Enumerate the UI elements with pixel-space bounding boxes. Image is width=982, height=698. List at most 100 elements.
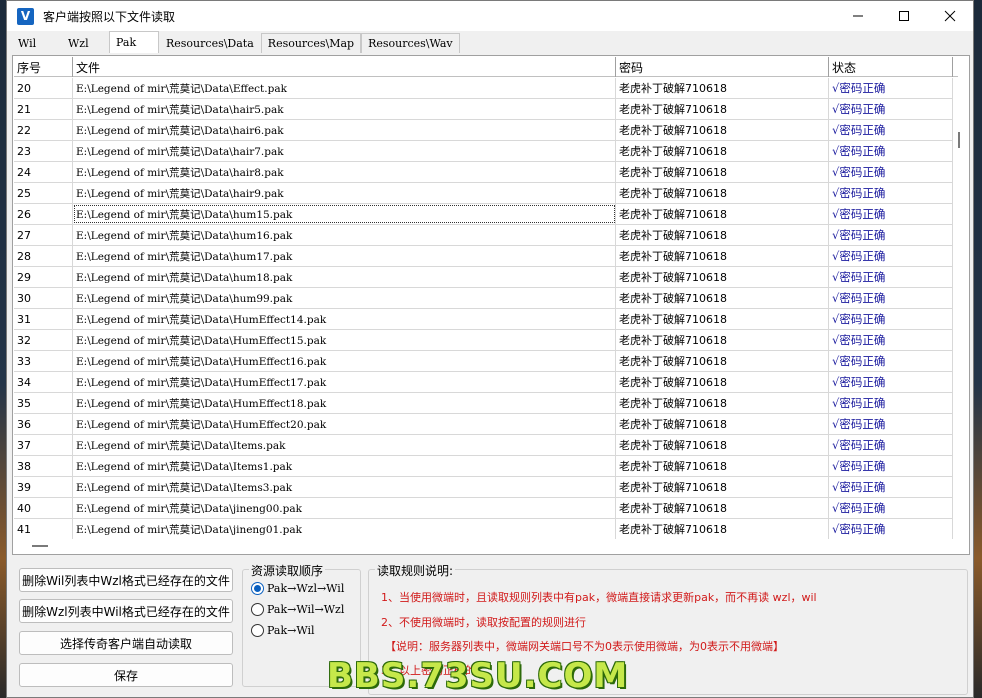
- cell-index[interactable]: 40: [14, 498, 73, 518]
- horizontal-scrollbar[interactable]: [14, 539, 958, 553]
- select-client-button[interactable]: 选择传奇客户端自动读取: [19, 631, 233, 655]
- table-row[interactable]: 33 E:\Legend of mir\荒莫记\Data\HumEffect16.…: [14, 351, 958, 372]
- vertical-scrollbar[interactable]: [953, 78, 967, 540]
- table-row[interactable]: 24 E:\Legend of mir\荒莫记\Data\hair8.pak 老虎补…: [14, 162, 958, 183]
- tab-resources-wav[interactable]: Resources\Wav: [361, 33, 460, 53]
- table-row[interactable]: 32 E:\Legend of mir\荒莫记\Data\HumEffect15.…: [14, 330, 958, 351]
- cell-file-path[interactable]: E:\Legend of mir\荒莫记\Data\hair6.pak: [73, 120, 616, 140]
- table-row[interactable]: 20 E:\Legend of mir\荒莫记\Data\Effect.pak 老虎…: [14, 78, 958, 99]
- horizontal-scroll-thumb[interactable]: [32, 545, 48, 547]
- cell-password[interactable]: 老虎补丁破解710618: [616, 141, 829, 161]
- cell-index[interactable]: 21: [14, 99, 73, 119]
- cell-password[interactable]: 老虎补丁破解710618: [616, 456, 829, 476]
- cell-password[interactable]: 老虎补丁破解710618: [616, 78, 829, 98]
- close-button[interactable]: [927, 1, 973, 31]
- table-row[interactable]: 22 E:\Legend of mir\荒莫记\Data\hair6.pak 老虎补…: [14, 120, 958, 141]
- tab-wil[interactable]: Wil: [11, 33, 61, 53]
- file-grid[interactable]: 序号 文件 密码 状态 20 E:\Legend of mir\荒莫记\Data\…: [12, 55, 970, 555]
- table-row[interactable]: 37 E:\Legend of mir\荒莫记\Data\Items.pak 老虎补…: [14, 435, 958, 456]
- cell-index[interactable]: 23: [14, 141, 73, 161]
- cell-file-path[interactable]: E:\Legend of mir\荒莫记\Data\HumEffect14.pa…: [73, 309, 616, 329]
- cell-status[interactable]: √密码正确: [829, 225, 953, 245]
- cell-file-path[interactable]: E:\Legend of mir\荒莫记\Data\HumEffect20.pa…: [73, 414, 616, 434]
- cell-password[interactable]: 老虎补丁破解710618: [616, 435, 829, 455]
- cell-index[interactable]: 27: [14, 225, 73, 245]
- cell-password[interactable]: 老虎补丁破解710618: [616, 267, 829, 287]
- vertical-scroll-thumb[interactable]: [958, 132, 960, 148]
- cell-password[interactable]: 老虎补丁破解710618: [616, 372, 829, 392]
- cell-file-path[interactable]: E:\Legend of mir\荒莫记\Data\Items1.pak: [73, 456, 616, 476]
- cell-file-path[interactable]: E:\Legend of mir\荒莫记\Data\hum17.pak: [73, 246, 616, 266]
- table-row[interactable]: 25 E:\Legend of mir\荒莫记\Data\hair9.pak 老虎补…: [14, 183, 958, 204]
- table-row[interactable]: 27 E:\Legend of mir\荒莫记\Data\hum16.pak 老虎补…: [14, 225, 958, 246]
- cell-index[interactable]: 30: [14, 288, 73, 308]
- cell-password[interactable]: 老虎补丁破解710618: [616, 309, 829, 329]
- table-row[interactable]: 40 E:\Legend of mir\荒莫记\Data\jineng00.pak…: [14, 498, 958, 519]
- cell-password[interactable]: 老虎补丁破解710618: [616, 393, 829, 413]
- radio-option-pak-wil[interactable]: Pak→Wil: [251, 624, 315, 637]
- cell-index[interactable]: 31: [14, 309, 73, 329]
- cell-file-path[interactable]: E:\Legend of mir\荒莫记\Data\HumEffect18.pa…: [73, 393, 616, 413]
- cell-index[interactable]: 28: [14, 246, 73, 266]
- radio-button[interactable]: [251, 624, 264, 637]
- cell-file-path[interactable]: E:\Legend of mir\荒莫记\Data\Items.pak: [73, 435, 616, 455]
- cell-file-path[interactable]: E:\Legend of mir\荒莫记\Data\hair9.pak: [73, 183, 616, 203]
- table-row[interactable]: 39 E:\Legend of mir\荒莫记\Data\Items3.pak 老虎…: [14, 477, 958, 498]
- cell-file-path[interactable]: E:\Legend of mir\荒莫记\Data\hum99.pak: [73, 288, 616, 308]
- cell-index[interactable]: 34: [14, 372, 73, 392]
- tab-resources-map[interactable]: Resources\Map: [260, 33, 362, 53]
- table-row[interactable]: 23 E:\Legend of mir\荒莫记\Data\hair7.pak 老虎补…: [14, 141, 958, 162]
- cell-status[interactable]: √密码正确: [829, 99, 953, 119]
- cell-password[interactable]: 老虎补丁破解710618: [616, 183, 829, 203]
- column-header-password[interactable]: 密码: [616, 57, 829, 77]
- cell-password[interactable]: 老虎补丁破解710618: [616, 351, 829, 371]
- table-row[interactable]: 30 E:\Legend of mir\荒莫记\Data\hum99.pak 老虎补…: [14, 288, 958, 309]
- cell-index[interactable]: 25: [14, 183, 73, 203]
- cell-index[interactable]: 29: [14, 267, 73, 287]
- cell-password[interactable]: 老虎补丁破解710618: [616, 120, 829, 140]
- tab-wzl[interactable]: Wzl: [61, 33, 109, 53]
- minimize-button[interactable]: [835, 1, 881, 31]
- cell-file-path[interactable]: E:\Legend of mir\荒莫记\Data\jineng01.pak: [73, 519, 616, 539]
- cell-index[interactable]: 20: [14, 78, 73, 98]
- cell-status[interactable]: √密码正确: [829, 120, 953, 140]
- cell-index[interactable]: 33: [14, 351, 73, 371]
- cell-status[interactable]: √密码正确: [829, 393, 953, 413]
- cell-password[interactable]: 老虎补丁破解710618: [616, 519, 829, 539]
- cell-status[interactable]: √密码正确: [829, 435, 953, 455]
- cell-status[interactable]: √密码正确: [829, 477, 953, 497]
- cell-password[interactable]: 老虎补丁破解710618: [616, 246, 829, 266]
- table-row[interactable]: 41 E:\Legend of mir\荒莫记\Data\jineng01.pak…: [14, 519, 958, 540]
- cell-index[interactable]: 38: [14, 456, 73, 476]
- delete-wzl-duplicates-button[interactable]: 删除Wzl列表中Wil格式已经存在的文件: [19, 599, 233, 623]
- cell-file-path[interactable]: E:\Legend of mir\荒莫记\Data\hum18.pak: [73, 267, 616, 287]
- cell-status[interactable]: √密码正确: [829, 372, 953, 392]
- cell-status[interactable]: √密码正确: [829, 309, 953, 329]
- cell-file-path[interactable]: E:\Legend of mir\荒莫记\Data\Effect.pak: [73, 78, 616, 98]
- cell-password[interactable]: 老虎补丁破解710618: [616, 498, 829, 518]
- cell-index[interactable]: 35: [14, 393, 73, 413]
- radio-option-pak-wzl-wil[interactable]: Pak→Wzl→Wil: [251, 582, 344, 595]
- cell-index[interactable]: 37: [14, 435, 73, 455]
- table-row[interactable]: 31 E:\Legend of mir\荒莫记\Data\HumEffect14.…: [14, 309, 958, 330]
- cell-index[interactable]: 39: [14, 477, 73, 497]
- table-row[interactable]: 26 E:\Legend of mir\荒莫记\Data\hum15.pak 老虎补…: [14, 204, 958, 225]
- cell-status[interactable]: √密码正确: [829, 456, 953, 476]
- column-header-file[interactable]: 文件: [73, 57, 616, 77]
- save-button[interactable]: 保存: [19, 663, 233, 687]
- cell-password[interactable]: 老虎补丁破解710618: [616, 330, 829, 350]
- cell-file-path[interactable]: E:\Legend of mir\荒莫记\Data\Items3.pak: [73, 477, 616, 497]
- cell-index[interactable]: 41: [14, 519, 73, 539]
- tab-resources-data[interactable]: Resources\Data: [159, 33, 261, 53]
- radio-button[interactable]: [251, 603, 264, 616]
- cell-file-path[interactable]: E:\Legend of mir\荒莫记\Data\hum16.pak: [73, 225, 616, 245]
- cell-password[interactable]: 老虎补丁破解710618: [616, 414, 829, 434]
- table-row[interactable]: 29 E:\Legend of mir\荒莫记\Data\hum18.pak 老虎补…: [14, 267, 958, 288]
- column-header-status[interactable]: 状态: [829, 57, 953, 77]
- tab-pak[interactable]: Pak: [109, 31, 159, 53]
- cell-status[interactable]: √密码正确: [829, 141, 953, 161]
- cell-index[interactable]: 22: [14, 120, 73, 140]
- delete-wil-duplicates-button[interactable]: 删除Wil列表中Wzl格式已经存在的文件: [19, 568, 233, 592]
- maximize-button[interactable]: [881, 1, 927, 31]
- cell-file-path[interactable]: E:\Legend of mir\荒莫记\Data\HumEffect17.pa…: [73, 372, 616, 392]
